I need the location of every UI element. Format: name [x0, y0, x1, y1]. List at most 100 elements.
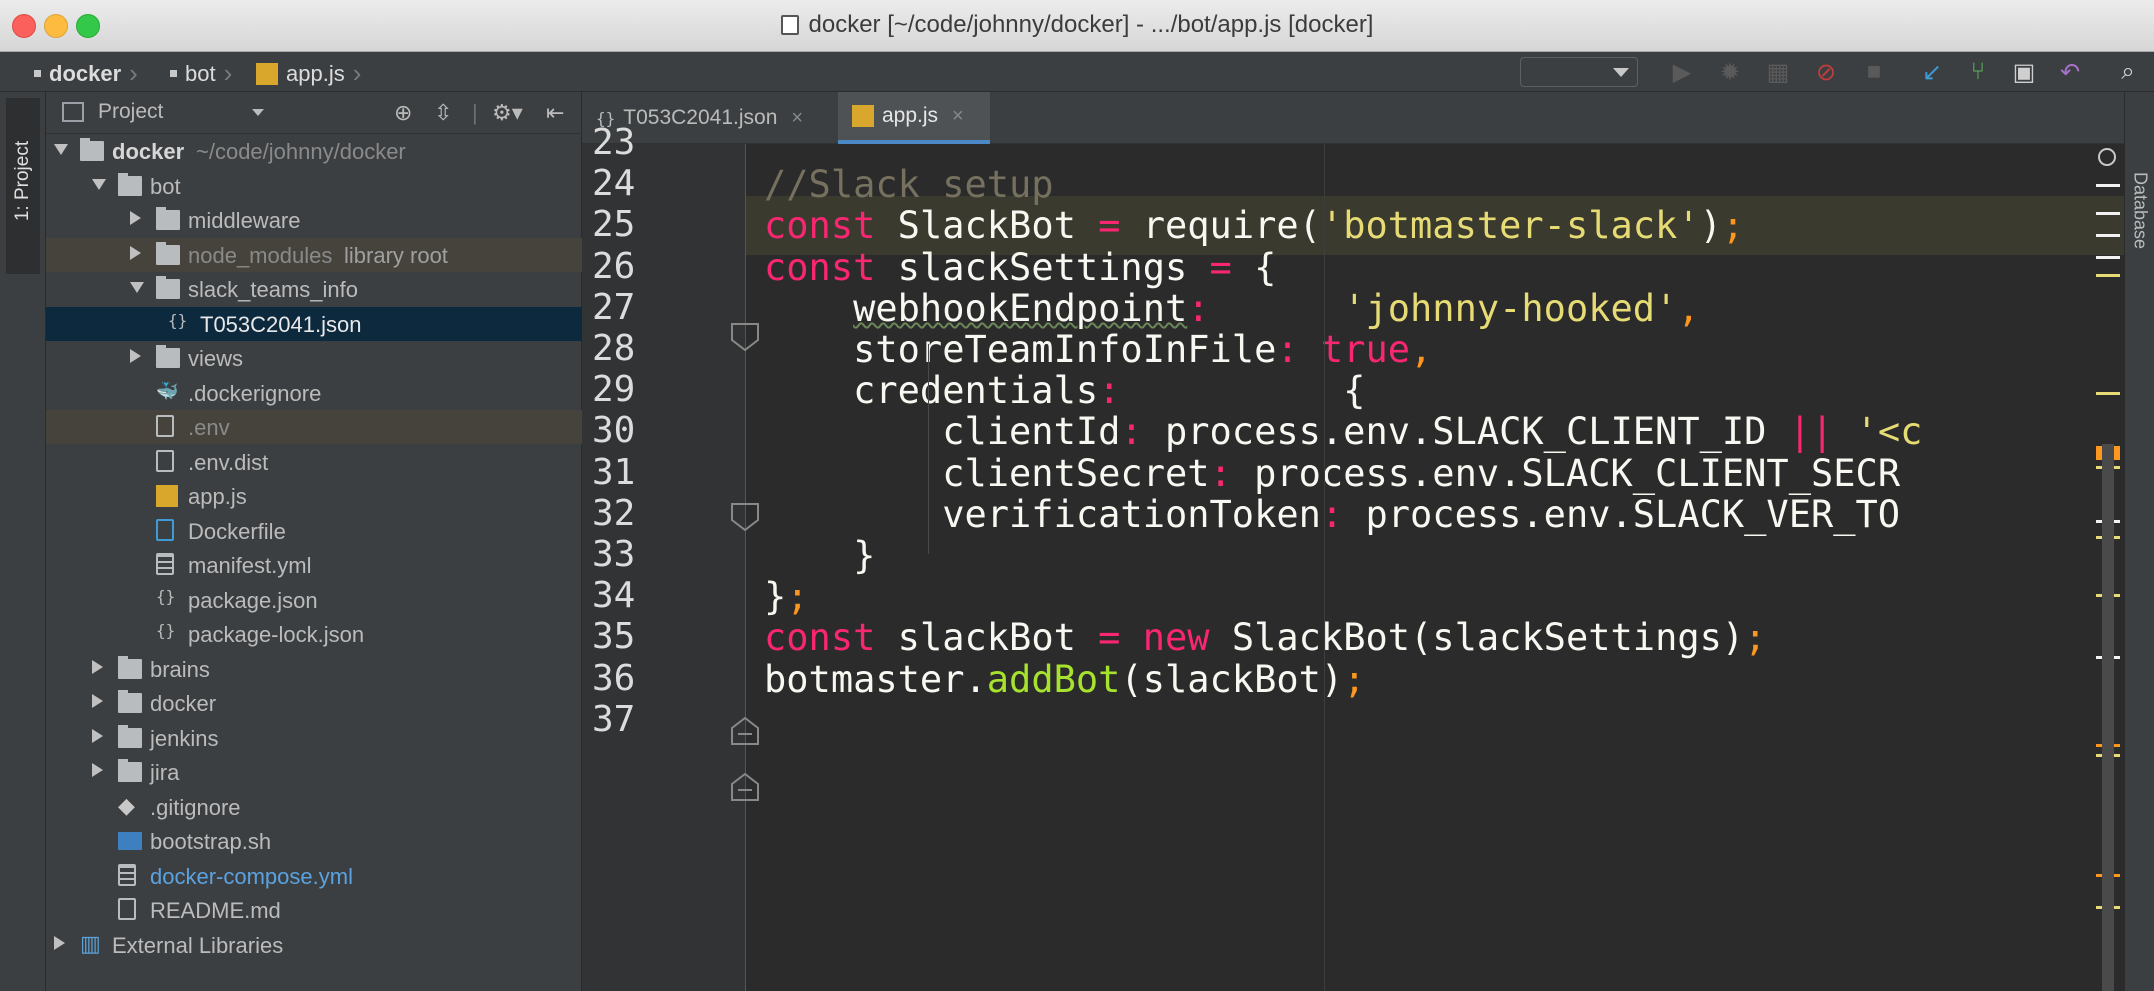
run-configuration-select[interactable]	[1520, 57, 1638, 87]
tree-item-label: .gitignore	[150, 794, 241, 820]
run-icon[interactable]: ▶	[1668, 58, 1696, 86]
tab-app-js[interactable]: app.js ×	[838, 92, 990, 144]
tree-item[interactable]: slack_teams_info	[46, 272, 582, 306]
tree-item[interactable]: .env	[46, 410, 582, 444]
line-number: 33	[592, 534, 636, 575]
expand-arrow-icon[interactable]	[130, 282, 144, 293]
fold-marker[interactable]	[730, 322, 762, 352]
chevron-down-icon[interactable]	[252, 109, 264, 116]
vcs-commit-icon[interactable]: ⑂	[1964, 58, 1992, 86]
collapse-all-icon[interactable]: ⇳	[434, 100, 452, 126]
coverage-icon[interactable]: ▦	[1764, 58, 1792, 86]
error-stripe[interactable]	[2094, 144, 2124, 991]
code-line[interactable]: const SlackBot = require('botmaster-slac…	[764, 204, 1744, 247]
js-file-icon	[256, 62, 278, 85]
debug-icon[interactable]: ✹	[1716, 58, 1744, 86]
folder-icon	[118, 655, 142, 679]
collapse-arrow-icon[interactable]	[92, 728, 103, 743]
expand-arrow-icon[interactable]	[92, 178, 106, 190]
tree-item[interactable]: jenkins	[46, 721, 582, 755]
editor-gutter: 23 24 25 26 27 28 29 30 31 32 33 34 35 36 37	[582, 122, 746, 991]
expand-arrow-icon[interactable]	[54, 144, 68, 155]
tree-item-label: Dockerfile	[188, 518, 286, 544]
stop-build-icon[interactable]: ⊘	[1812, 58, 1840, 86]
history-icon[interactable]: ▣	[2010, 58, 2038, 86]
yaml-file-icon	[118, 863, 136, 886]
hide-panel-icon[interactable]: ⇤	[546, 100, 564, 126]
tree-item[interactable]: ◆ .gitignore	[46, 790, 582, 824]
code-line[interactable]: const slackBot = new SlackBot(slackSetti…	[764, 616, 1766, 659]
code-line[interactable]: botmaster.addBot(slackBot);	[764, 658, 1365, 701]
tree-item[interactable]: node_modules library root	[46, 237, 582, 272]
tree-item[interactable]: .env.dist	[46, 445, 582, 479]
tree-item[interactable]: {} T053C2041.json	[46, 306, 582, 341]
search-icon[interactable]: ⌕	[2114, 58, 2142, 86]
tree-item[interactable]: Dockerfile	[46, 514, 582, 548]
vcs-update-icon[interactable]: ↙	[1918, 58, 1946, 86]
scrollbar-thumb[interactable]	[2102, 444, 2114, 991]
code-line[interactable]: webhookEndpoint: 'johnny-hooked',	[764, 287, 1700, 330]
tree-item[interactable]: middleware	[46, 203, 582, 237]
project-view-select[interactable]: Project	[98, 100, 163, 124]
gear-icon[interactable]: ⚙▾	[492, 100, 523, 126]
library-icon: ▥	[80, 930, 101, 956]
collapse-arrow-icon[interactable]	[92, 659, 103, 674]
tree-item[interactable]: manifest.yml	[46, 548, 582, 582]
breadcrumb-docker[interactable]: docker ›	[34, 58, 138, 89]
locate-file-icon[interactable]: ⊕	[394, 100, 412, 126]
tree-item[interactable]: brains	[46, 652, 582, 686]
code-line[interactable]: //Slack setup	[764, 163, 1054, 206]
code-line[interactable]: };	[764, 575, 809, 618]
tree-item[interactable]: bootstrap.sh	[46, 824, 582, 858]
revert-icon[interactable]: ↶	[2056, 58, 2084, 86]
collapse-arrow-icon[interactable]	[130, 245, 141, 260]
breadcrumb-appjs[interactable]: app.js ›	[256, 58, 361, 89]
tree-item[interactable]: docker-compose.yml	[46, 859, 582, 893]
stripe-mark	[2096, 184, 2120, 187]
code-line[interactable]: clientSecret: process.env.SLACK_CLIENT_S…	[764, 452, 1900, 495]
stop-icon[interactable]: ■	[1860, 58, 1888, 86]
collapse-arrow-icon[interactable]	[130, 211, 141, 225]
unfold-marker[interactable]	[730, 772, 762, 802]
close-tab-icon[interactable]: ×	[952, 105, 964, 128]
database-tool-window-button[interactable]: Database	[2129, 120, 2151, 270]
tree-item[interactable]: ▥ External Libraries	[46, 928, 582, 962]
line-number: 34	[592, 575, 636, 617]
code-line[interactable]: const slackSettings = {	[764, 246, 1276, 289]
tree-item[interactable]: docker	[46, 686, 582, 720]
inspection-status-icon[interactable]	[2098, 148, 2116, 166]
collapse-arrow-icon[interactable]	[92, 694, 103, 708]
breadcrumb-bot[interactable]: bot ›	[170, 58, 232, 89]
code-line[interactable]: clientId: process.env.SLACK_CLIENT_ID ||…	[764, 410, 1922, 453]
tree-item[interactable]: docker ~/code/johnny/docker	[46, 134, 582, 168]
code-token: botmaster.	[764, 657, 987, 701]
tree-item[interactable]: app.js	[46, 479, 582, 513]
json-file-icon: {}	[156, 586, 176, 606]
code-line[interactable]: credentials: {	[764, 369, 1365, 412]
code-token: =	[1098, 204, 1121, 248]
collapse-arrow-icon[interactable]	[54, 935, 65, 950]
tree-item[interactable]: 🐳 .dockerignore	[46, 376, 582, 410]
code-line[interactable]: }	[764, 534, 875, 577]
unfold-marker[interactable]	[730, 716, 762, 746]
tree-item[interactable]: bot	[46, 169, 582, 203]
code-token: verificationToken	[764, 492, 1321, 536]
code-editor[interactable]: 23 24 25 26 27 28 29 30 31 32 33 34 35 36 37 //Slack s…	[582, 122, 2124, 991]
tree-item[interactable]: README.md	[46, 893, 582, 927]
tree-item[interactable]: views	[46, 341, 582, 375]
collapse-arrow-icon[interactable]	[130, 349, 141, 363]
fold-marker[interactable]	[730, 502, 762, 532]
code-line[interactable]: storeTeamInfoInFile: true,	[764, 328, 1432, 371]
collapse-arrow-icon[interactable]	[92, 763, 103, 777]
project-tool-window-button[interactable]: 1: Project	[6, 98, 40, 274]
code-token: slackBot	[875, 616, 1099, 660]
tree-item[interactable]: {} package-lock.json	[46, 617, 582, 651]
code-token: const	[764, 204, 876, 248]
close-tab-icon[interactable]: ×	[791, 107, 803, 130]
tree-item[interactable]: jira	[46, 755, 582, 789]
code-line[interactable]: verificationToken: process.env.SLACK_VER…	[764, 493, 1900, 536]
line-number: 23	[592, 122, 636, 163]
ide-window: docker [~/code/johnny/docker] - .../bot/…	[0, 0, 2154, 991]
tree-item[interactable]: {} package.json	[46, 583, 582, 617]
